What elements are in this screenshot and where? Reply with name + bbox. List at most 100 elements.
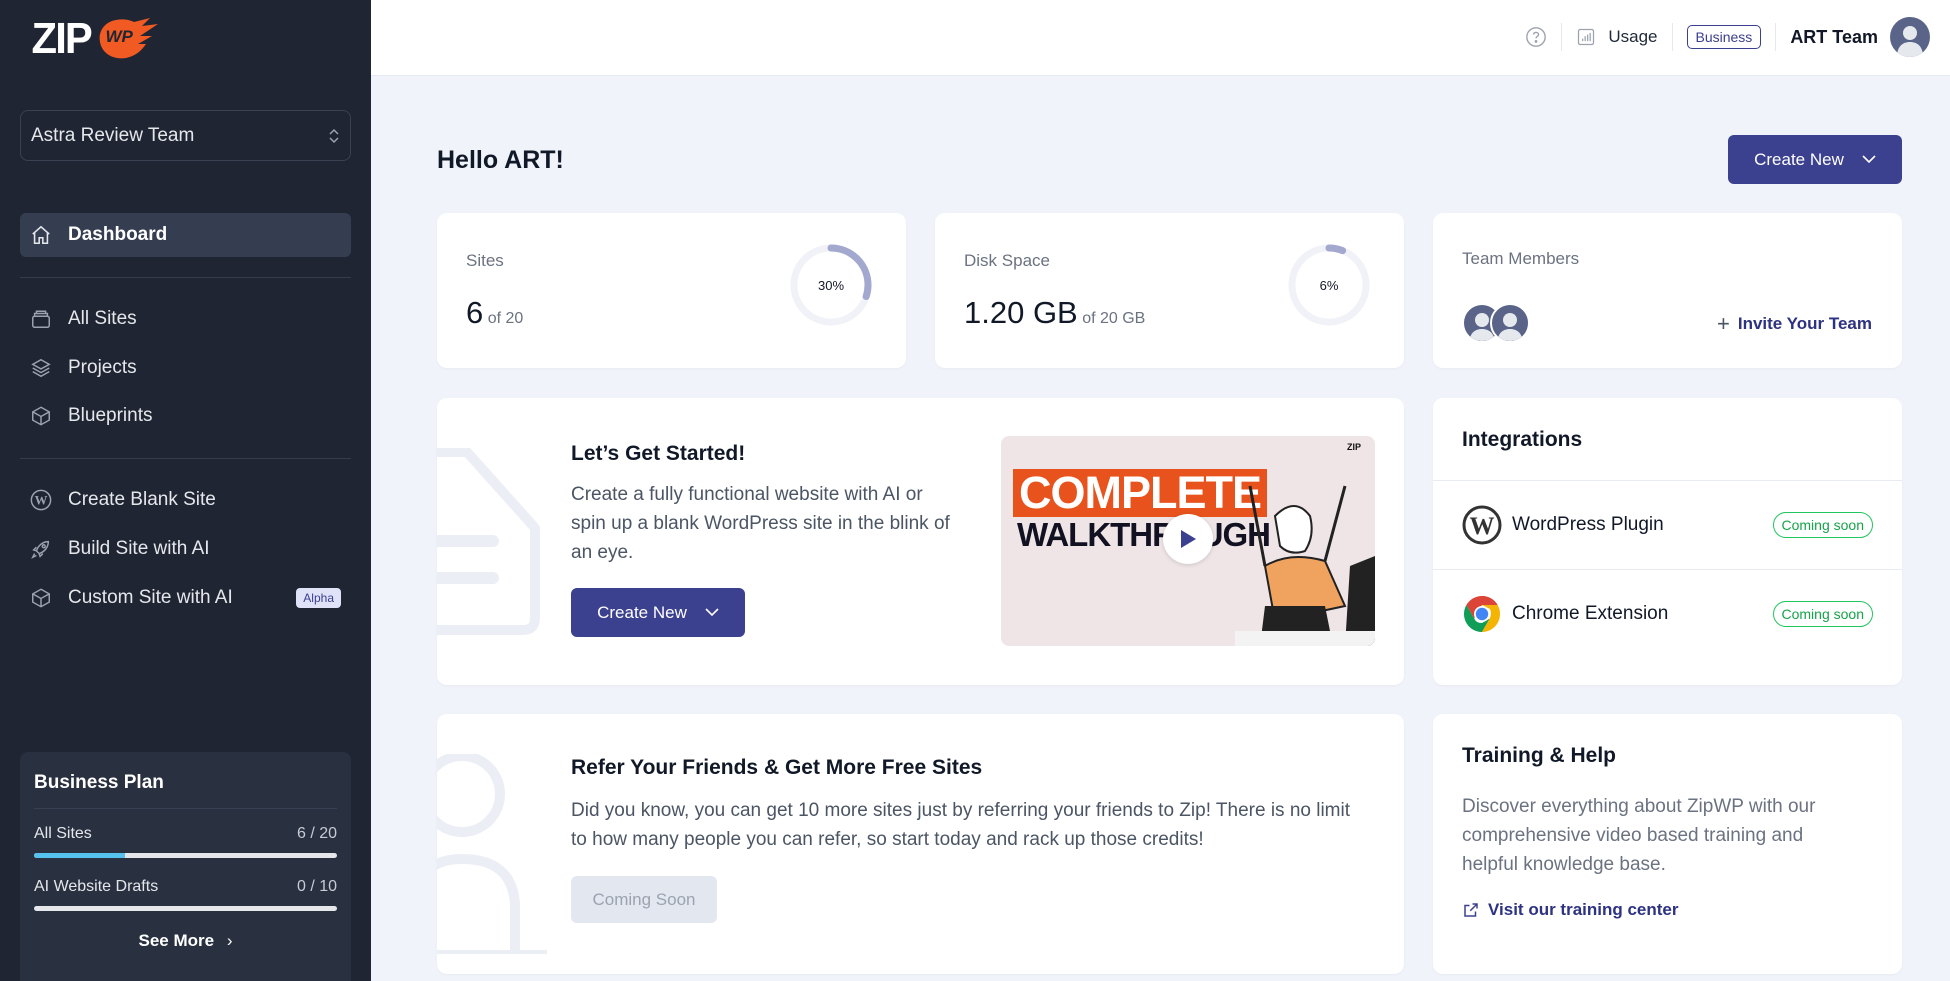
integration-row-chrome: Chrome Extension Coming soon — [1433, 569, 1902, 658]
sidebar-item-projects[interactable]: Projects — [20, 346, 351, 390]
integration-name: WordPress Plugin — [1512, 514, 1664, 535]
sidebar-item-label: Dashboard — [68, 224, 168, 245]
play-button[interactable] — [1163, 514, 1213, 564]
team-members-card: Team Members + Invite Your Team — [1433, 213, 1902, 368]
chevron-down-icon — [1862, 153, 1876, 167]
wordpress-icon: W — [30, 489, 52, 511]
invite-team-button[interactable]: + Invite Your Team — [1717, 311, 1872, 337]
ai-drafts-progress-bar — [34, 906, 337, 911]
team-selector[interactable]: Astra Review Team — [20, 110, 351, 161]
usage-label: Usage — [1608, 27, 1658, 46]
invite-label: Invite Your Team — [1737, 314, 1872, 333]
training-title: Training & Help — [1462, 744, 1617, 767]
member-avatar[interactable] — [1490, 303, 1530, 343]
people-illustration-icon — [437, 754, 547, 954]
help-circle-icon[interactable] — [1525, 26, 1547, 48]
see-more-link[interactable]: See More › — [34, 931, 337, 951]
plan-row-label: AI Website Drafts — [34, 878, 159, 895]
plan-row-value: 6 / 20 — [296, 825, 337, 842]
team-name: ART Team — [1790, 26, 1878, 47]
training-help-card: Training & Help Discover everything abou… — [1433, 714, 1902, 974]
donut-label: 30% — [817, 277, 845, 293]
stat-label: Team Members — [1462, 249, 1580, 268]
stat-label: Disk Space — [964, 251, 1050, 270]
sidebar-item-dashboard[interactable]: Dashboard — [20, 213, 351, 257]
sidebar-divider — [20, 277, 351, 278]
get-started-card: Let’s Get Started! Create a fully functi… — [437, 398, 1404, 685]
topbar-divider — [1561, 23, 1563, 51]
disk-donut-chart: 6% — [1287, 243, 1371, 327]
home-icon — [30, 224, 52, 246]
page-greeting: Hello ART! — [437, 146, 564, 174]
plan-card: Business Plan All Sites 6 / 20 AI Websit… — [20, 752, 351, 981]
stat-value-total: of 20 GB — [1082, 310, 1146, 327]
donut-label: 6% — [1319, 277, 1339, 293]
integration-row-wordpress: W WordPress Plugin Coming soon — [1433, 480, 1902, 569]
sidebar-item-label: Create Blank Site — [68, 489, 216, 510]
coming-soon-badge: Coming soon — [1772, 512, 1873, 538]
sidebar-item-create-blank-site[interactable]: W Create Blank Site — [20, 478, 351, 522]
all-sites-progress-bar — [34, 853, 337, 858]
walkthrough-video-thumbnail[interactable]: ZIP COMPLETE WALKTHROUGH — [1001, 436, 1375, 646]
layers-icon — [30, 357, 52, 379]
sidebar-item-blueprints[interactable]: Blueprints — [20, 394, 351, 438]
stat-value: 6 of 20 — [466, 295, 523, 331]
svg-text:W: W — [35, 494, 48, 508]
plus-icon: + — [1716, 311, 1730, 336]
plan-badge[interactable]: Business — [1686, 25, 1762, 49]
stat-value-number: 6 — [466, 295, 484, 330]
team-selector-label: Astra Review Team — [31, 124, 195, 146]
training-link-label: Visit our training center — [1488, 900, 1679, 919]
zipwp-logo[interactable]: ZIP WP — [30, 14, 164, 64]
sidebar-item-label: All Sites — [68, 308, 137, 329]
usage-button[interactable]: Usage — [1576, 27, 1658, 47]
cube-icon — [30, 405, 52, 427]
get-started-create-button[interactable]: Create New — [571, 588, 745, 637]
sidebar-item-all-sites[interactable]: All Sites — [20, 297, 351, 341]
create-new-label: Create New — [1754, 149, 1844, 169]
sidebar-item-label: Projects — [68, 357, 137, 378]
stat-label: Sites — [466, 251, 504, 270]
sidebar-item-custom-site-ai[interactable]: Custom Site with AI Alpha — [20, 576, 351, 620]
plan-title: Business Plan — [34, 772, 164, 793]
chrome-icon — [1462, 594, 1502, 634]
stat-value-number: 1.20 GB — [964, 295, 1078, 330]
svg-text:W: W — [1470, 513, 1495, 540]
sites-donut-chart: 30% — [789, 243, 873, 327]
chevron-up-down-icon — [328, 127, 340, 145]
coming-soon-badge: Coming soon — [1772, 601, 1873, 627]
refer-body: Did you know, you can get 10 more sites … — [571, 800, 1350, 850]
cube-icon — [30, 587, 52, 609]
video-title-line2: WALKTHROUGH — [1017, 516, 1271, 553]
plan-row-all-sites: All Sites 6 / 20 — [34, 825, 337, 843]
logo-flame-icon: WP — [94, 16, 164, 62]
plan-row-ai-drafts: AI Website Drafts 0 / 10 — [34, 878, 337, 896]
chevron-down-icon — [705, 606, 719, 620]
sites-stat-card: Sites 6 of 20 30% — [437, 213, 906, 368]
progress-fill — [34, 853, 125, 858]
logo-badge-text: WP — [105, 27, 133, 46]
user-avatar[interactable] — [1890, 17, 1930, 57]
topbar-divider — [1775, 23, 1777, 51]
plan-divider — [34, 808, 337, 809]
document-illustration-icon — [437, 448, 540, 635]
visit-training-center-link[interactable]: Visit our training center — [1462, 900, 1679, 920]
refer-friends-card: Refer Your Friends & Get More Free Sites… — [437, 714, 1404, 974]
coming-soon-button[interactable]: Coming Soon — [571, 876, 717, 923]
sidebar-divider — [20, 458, 351, 459]
topbar-divider — [1671, 23, 1673, 51]
bar-chart-icon — [1576, 27, 1596, 47]
sidebar-item-label: Custom Site with AI — [68, 587, 233, 608]
refer-title: Refer Your Friends & Get More Free Sites — [571, 756, 983, 779]
disk-stat-card: Disk Space 1.20 GB of 20 GB 6% — [935, 213, 1404, 368]
integrations-title: Integrations — [1462, 428, 1583, 451]
integrations-card: Integrations W WordPress Plugin Coming s… — [1433, 398, 1902, 685]
chevron-right-icon: › — [226, 931, 233, 950]
create-new-label: Create New — [597, 602, 687, 622]
sidebar-item-label: Build Site with AI — [68, 538, 210, 559]
sidebar-item-build-site-ai[interactable]: Build Site with AI — [20, 527, 351, 571]
integration-name: Chrome Extension — [1512, 603, 1669, 624]
see-more-label: See More — [138, 931, 215, 950]
celebrating-person-illustration — [1235, 485, 1375, 646]
create-new-button[interactable]: Create New — [1728, 135, 1902, 184]
